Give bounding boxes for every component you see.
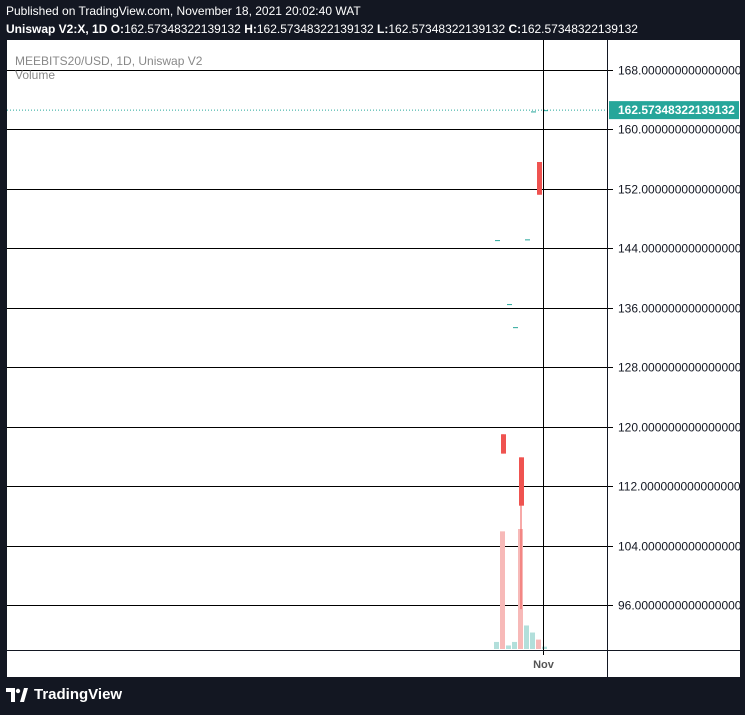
candle-body [537, 162, 542, 195]
price-tick-label: 120.0000000000000000 [618, 421, 740, 435]
candle-body [519, 457, 524, 506]
last-price-label: 162.57348322139132 [618, 103, 735, 117]
high-value: 162.57348322139132 [256, 22, 374, 36]
price-tick-label: 96.0000000000000000 [618, 599, 740, 613]
chart-legend: MEEBITS20/USD, 1D, Uniswap V2 Volume [15, 54, 202, 82]
time-tick-label: Nov [533, 659, 555, 671]
price-tick-label: 128.0000000000000000 [618, 361, 740, 375]
volume-bar [494, 641, 499, 649]
pair-label: MEEBITS20/USD, 1D, Uniswap V2 [15, 54, 203, 68]
published-caption: Published on TradingView.com, November 1… [6, 4, 361, 18]
volume-bar [530, 632, 535, 649]
low-key: L: [377, 22, 389, 36]
price-axis-svg: 168.0000000000000000 160.0000000000000000… [608, 64, 740, 613]
ohlc-header: Uniswap V2:X, 1D O:162.57348322139132 H:… [6, 22, 638, 36]
close-value: 162.57348322139132 [521, 22, 638, 36]
volume-bar [536, 639, 541, 649]
volume-bar [524, 625, 529, 649]
symbol-label: Uniswap V2:X, 1D [6, 22, 108, 36]
tradingview-logo-icon [6, 687, 28, 702]
volume-bar [506, 645, 511, 649]
volume-bar [542, 646, 547, 649]
close-key: C: [508, 22, 522, 36]
volume-bar [512, 641, 517, 649]
price-tick-label: 160.0000000000000000 [618, 123, 740, 137]
candle-body [513, 327, 518, 329]
candle-body [525, 239, 530, 241]
price-tick-label: 112.0000000000000000 [618, 480, 740, 494]
volume-bar [500, 531, 505, 649]
price-tick-label: 168.0000000000000000 [618, 64, 740, 78]
axis-corner [608, 651, 740, 677]
open-key: O: [110, 22, 125, 36]
volume-label: Volume [15, 68, 56, 82]
price-tick-label: 104.0000000000000000 [618, 540, 740, 554]
price-axis[interactable]: 168.0000000000000000 160.0000000000000000… [608, 40, 740, 650]
open-value: 162.57348322139132 [124, 22, 241, 36]
price-tick-label: 144.0000000000000000 [618, 242, 740, 256]
candlestick-chart [7, 40, 607, 650]
low-value: 162.57348322139132 [388, 22, 506, 36]
candle-body [501, 434, 506, 454]
time-axis-svg: Nov [533, 651, 555, 671]
candle-body [507, 304, 512, 306]
chart-plot-area[interactable]: MEEBITS20/USD, 1D, Uniswap V2 Volume [7, 40, 607, 650]
high-key: H: [244, 22, 257, 36]
candle-body [495, 240, 500, 242]
candle-body [531, 111, 536, 113]
price-tick-label: 152.0000000000000000 [618, 183, 740, 197]
price-tick-label: 136.0000000000000000 [618, 302, 740, 316]
time-axis[interactable]: Nov [7, 651, 607, 677]
brand-name: TradingView [34, 686, 123, 703]
tradingview-brand: TradingView [6, 686, 122, 703]
